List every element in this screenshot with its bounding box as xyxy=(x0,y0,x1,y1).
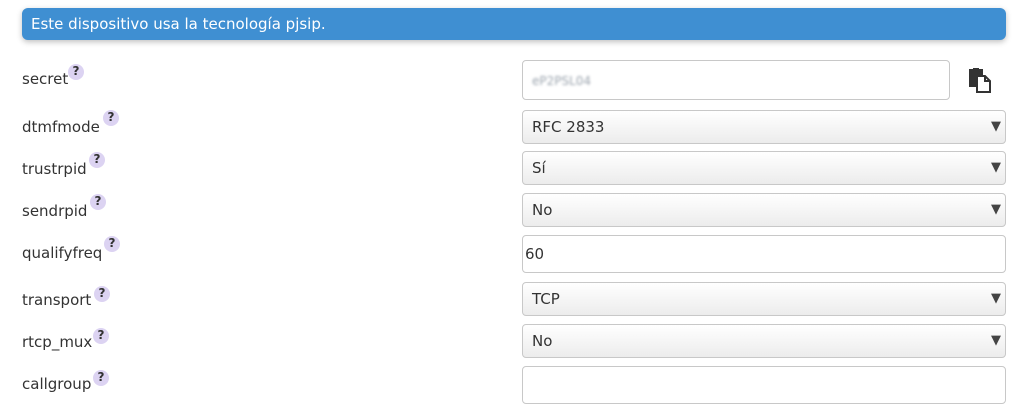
label-dtmfmode: dtmfmode xyxy=(22,118,100,136)
help-trustrpid-icon[interactable]: ? xyxy=(89,152,105,168)
help-sendrpid-icon[interactable]: ? xyxy=(90,194,106,210)
label-trustrpid: trustrpid xyxy=(22,160,87,178)
help-transport-icon[interactable]: ? xyxy=(94,286,110,302)
help-rtcp_mux-icon[interactable]: ? xyxy=(93,328,109,344)
help-callgroup-icon[interactable]: ? xyxy=(93,370,109,386)
dtmfmode-select[interactable]: RFC 2833 ▼ xyxy=(522,110,1006,144)
label-rtcp_mux: rtcp_mux xyxy=(22,333,93,351)
label-transport: transport xyxy=(22,291,92,309)
rtcp_mux-value: No xyxy=(532,332,553,350)
transport-select[interactable]: TCP ▼ xyxy=(522,282,1006,316)
chevron-down-icon: ▼ xyxy=(991,291,1001,306)
secret-input[interactable]: eP2PSL04 xyxy=(522,60,950,100)
qualifyfreq-value: 60 xyxy=(525,245,545,263)
chevron-down-icon: ▼ xyxy=(991,333,1001,348)
rtcp_mux-select[interactable]: No ▼ xyxy=(522,324,1006,358)
dtmfmode-value: RFC 2833 xyxy=(532,118,605,136)
callgroup-input[interactable] xyxy=(522,366,1006,404)
help-dtmfmode-icon[interactable]: ? xyxy=(103,110,119,126)
sendrpid-value: No xyxy=(532,201,553,219)
help-secret-icon[interactable]: ? xyxy=(68,64,84,80)
secret-value: eP2PSL04 xyxy=(532,74,592,88)
qualifyfreq-input[interactable]: 60 xyxy=(522,235,1006,273)
info-banner: Este dispositivo usa la tecnología pjsip… xyxy=(22,8,1006,40)
chevron-down-icon: ▼ xyxy=(991,160,1001,175)
copy-icon[interactable] xyxy=(966,66,994,94)
label-secret: secret xyxy=(22,70,69,88)
trustrpid-value: Sí xyxy=(532,159,546,177)
label-qualifyfreq: qualifyfreq xyxy=(22,244,103,262)
label-sendrpid: sendrpid xyxy=(22,202,88,220)
help-qualifyfreq-icon[interactable]: ? xyxy=(104,236,120,252)
label-callgroup: callgroup xyxy=(22,375,92,393)
sendrpid-select[interactable]: No ▼ xyxy=(522,193,1006,227)
transport-value: TCP xyxy=(532,290,560,308)
chevron-down-icon: ▼ xyxy=(991,202,1001,217)
chevron-down-icon: ▼ xyxy=(991,119,1001,134)
trustrpid-select[interactable]: Sí ▼ xyxy=(522,151,1006,185)
